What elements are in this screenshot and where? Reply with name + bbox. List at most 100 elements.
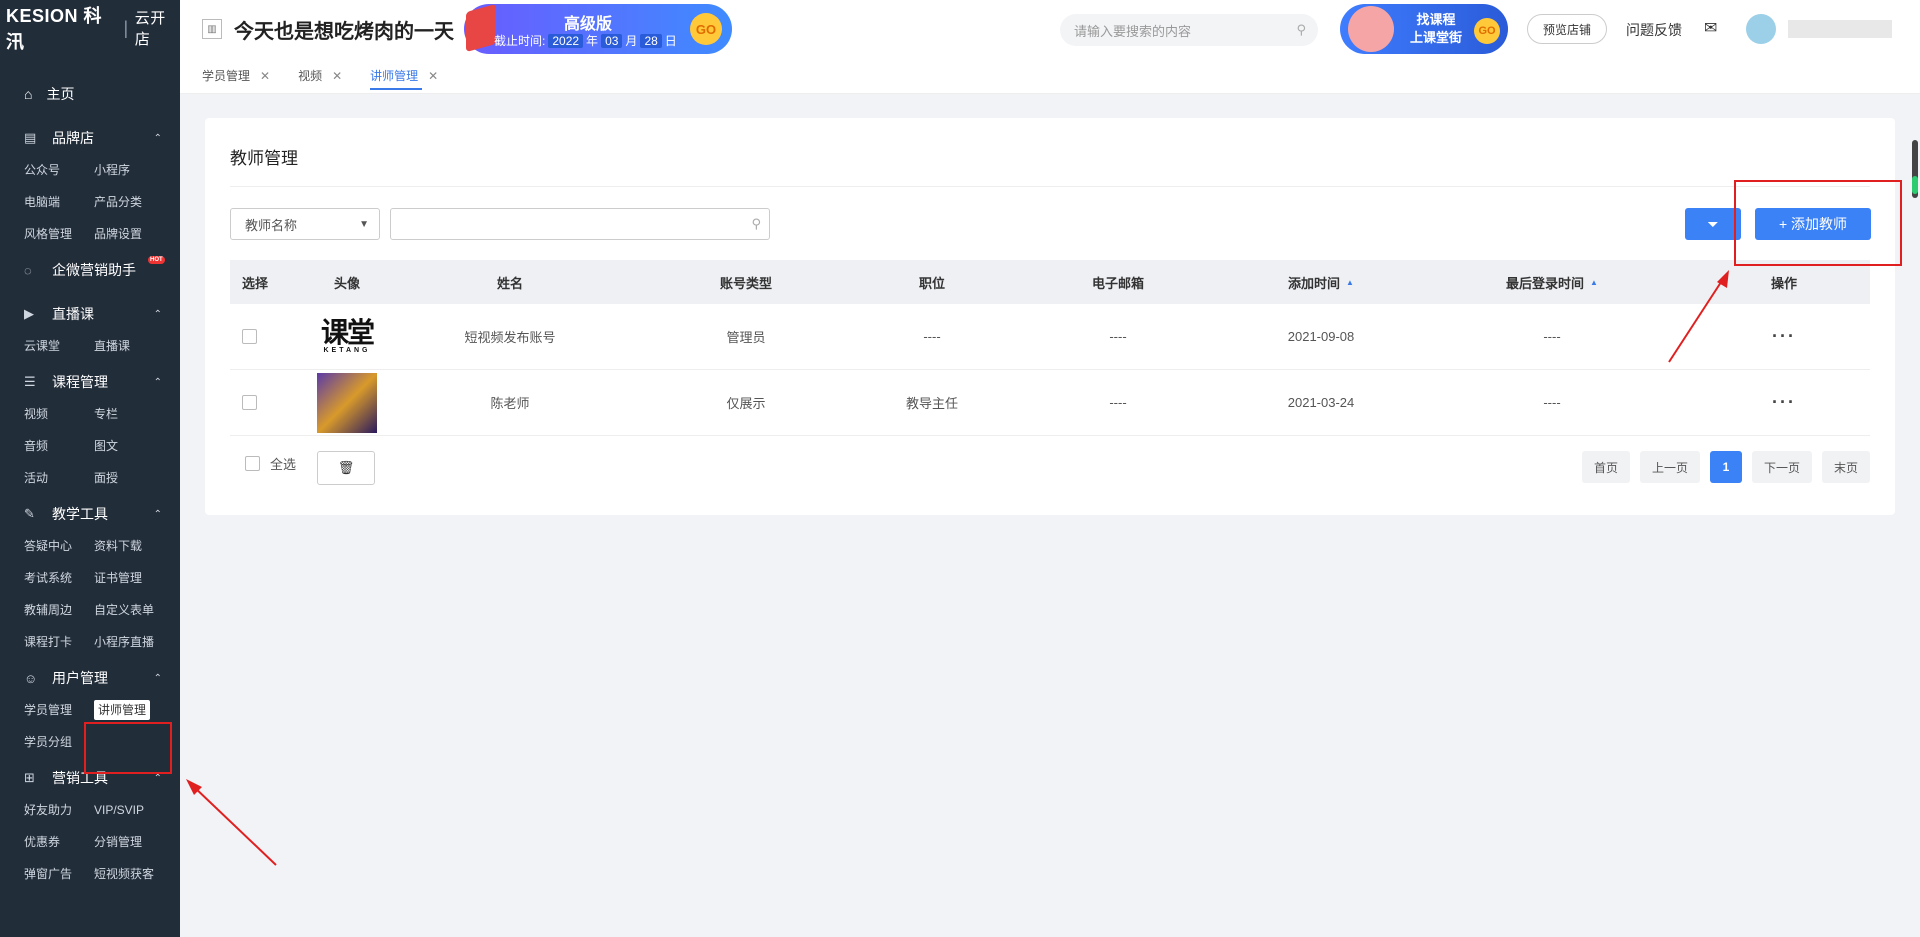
sidebar-subitem[interactable]: 面授 [94, 462, 184, 494]
sidebar-subitem[interactable]: 分销管理 [94, 826, 184, 858]
sidebar-subitem[interactable]: 风格管理 [24, 218, 94, 250]
column-header-label: 最后登录时间 [1506, 275, 1585, 291]
sidebar-subitem[interactable]: 讲师管理 [94, 700, 151, 720]
sidebar-subitem[interactable]: 电脑端 [24, 186, 94, 218]
avatar-cell [302, 372, 392, 433]
upgrade-banner[interactable]: 高级版 截止时间: 2022 年 03 月 28 日 GO [464, 3, 732, 54]
user-name-blurred[interactable] [1788, 20, 1892, 38]
more-icon[interactable]: ··· [1772, 392, 1796, 413]
tab-item[interactable]: 讲师管理 ✕ [370, 58, 454, 94]
pager-next[interactable]: 下一页 [1751, 451, 1812, 483]
chevron-up-icon[interactable]: ⌃ [154, 133, 162, 144]
shop-icon: ▤ [24, 130, 37, 145]
cell-email: ---- [1109, 329, 1127, 344]
sidebar: KESION 科汛 | 云开店 ⌂ 主页 ▤ 品牌店 ⌃ 公众号 小程序 电脑端 产品分类风… [0, 0, 180, 937]
sidebar-subitem[interactable]: 答疑中心 [24, 530, 94, 562]
close-icon[interactable]: ✕ [332, 69, 342, 83]
mail-icon[interactable]: ✉ [1704, 18, 1717, 38]
sidebar-subitem[interactable]: 音频 [24, 430, 94, 462]
banner-go-button[interactable]: GO [690, 13, 722, 45]
sidebar-subitem[interactable]: 直播课 [94, 330, 184, 362]
sidebar-subitem[interactable]: 视频 [24, 398, 94, 430]
sidebar-subitem[interactable]: 考试系统 [24, 562, 94, 594]
close-icon[interactable]: ✕ [428, 69, 438, 83]
chevron-up-icon[interactable]: ⌃ [154, 773, 162, 784]
expiry-label: 截止时间: [494, 34, 546, 48]
search-placeholder: 请输入要搜索的内容 [1074, 23, 1192, 39]
chevron-up-icon[interactable]: ⌃ [154, 509, 162, 520]
filter-field-select[interactable]: 教师名称 ▼ [230, 208, 380, 240]
tab-label: 视频 [298, 69, 323, 83]
column-header-label: 账号类型 [719, 275, 772, 291]
filter-button[interactable]: ⏷ [1685, 208, 1741, 240]
pager-prev[interactable]: 上一页 [1639, 451, 1700, 483]
sidebar-group-header[interactable]: ▤ 品牌店 ⌃ [0, 126, 180, 150]
page-title: 教师管理 [230, 149, 298, 168]
sidebar-group-header[interactable]: ☰ 课程管理 ⌃ [0, 370, 180, 394]
sidebar-subitem[interactable]: 公众号 [24, 154, 94, 186]
course-street-go-button[interactable]: GO [1474, 18, 1500, 44]
row-checkbox[interactable] [242, 329, 257, 344]
course-street-banner[interactable]: 找课程 上课堂街 GO [1340, 4, 1508, 54]
menu-toggle-icon[interactable]: ▥ [202, 19, 222, 39]
sidebar-item-home[interactable]: ⌂ 主页 [0, 82, 180, 106]
select-all[interactable]: 全选 [245, 454, 296, 473]
sort-icon[interactable]: ▲ [1590, 278, 1598, 287]
chevron-up-icon[interactable]: ⌃ [154, 309, 162, 320]
home-icon: ⌂ [24, 86, 33, 102]
sidebar-subitem[interactable]: 专栏 [94, 398, 184, 430]
feedback-link[interactable]: 问题反馈 [1626, 20, 1682, 40]
pager-last[interactable]: 末页 [1821, 451, 1870, 483]
select-all-checkbox[interactable] [245, 456, 260, 471]
column-header: 职位 [864, 273, 1000, 292]
column-header-label: 头像 [333, 275, 360, 291]
logo-text: KESION 科汛 [6, 6, 103, 52]
row-checkbox[interactable] [242, 395, 257, 410]
sidebar-group-header[interactable]: ☺ 用户管理 ⌃ [0, 666, 180, 690]
sidebar-subitem[interactable]: VIP/SVIP [94, 794, 184, 826]
sidebar-subitem[interactable]: 课程打卡 [24, 626, 94, 658]
chevron-up-icon[interactable]: ⌃ [154, 377, 162, 388]
sidebar-subitem[interactable]: 短视频获客 [94, 858, 184, 890]
sidebar-group-header[interactable]: ✎ 教学工具 ⌃ [0, 502, 180, 526]
sidebar-subitem[interactable]: 品牌设置 [94, 218, 184, 250]
preview-store-button[interactable]: 预览店铺 [1527, 14, 1607, 44]
sidebar-group-header[interactable]: ◌ 企微营销助手 HOT [0, 256, 180, 282]
column-header[interactable]: 添加时间 ▲ [1236, 273, 1406, 292]
sidebar-subitem[interactable]: 好友助力 [24, 794, 94, 826]
course-street-text: 找课程 上课堂街 [1410, 11, 1462, 47]
search-input[interactable]: 请输入要搜索的内容 ⚲ [1060, 14, 1318, 46]
search-icon[interactable]: ⚲ [1296, 22, 1306, 38]
sidebar-group-header[interactable]: ▶ 直播课 ⌃ [0, 302, 180, 326]
sort-icon[interactable]: ▲ [1346, 278, 1354, 287]
search-icon[interactable]: ⚲ [751, 216, 761, 232]
sidebar-subitem[interactable]: 图文 [94, 430, 184, 462]
sidebar-subitem[interactable]: 活动 [24, 462, 94, 494]
cell-position: ---- [923, 329, 941, 344]
sidebar-subitem[interactable]: 优惠券 [24, 826, 94, 858]
tab-item[interactable]: 视频 ✕ [298, 58, 358, 94]
brand-logo[interactable]: KESION 科汛 | 云开店 [0, 0, 180, 56]
sidebar-subitem[interactable]: 自定义表单 [94, 594, 184, 626]
sidebar-subitem[interactable]: 证书管理 [94, 562, 184, 594]
chevron-up-icon[interactable]: ⌃ [154, 673, 162, 684]
column-header[interactable]: 最后登录时间 ▲ [1406, 273, 1698, 292]
user-avatar[interactable] [1746, 14, 1776, 44]
close-icon[interactable]: ✕ [260, 69, 270, 83]
sidebar-subitem[interactable]: 小程序直播 [94, 626, 184, 658]
more-icon[interactable]: ··· [1772, 326, 1796, 347]
sidebar-group: ▤ 品牌店 ⌃ 公众号 小程序 电脑端 产品分类 风格管理 品牌设置 [0, 126, 180, 250]
tab-item[interactable]: 学员管理 ✕ [202, 58, 286, 94]
sidebar-subitem[interactable]: 教辅周边 [24, 594, 94, 626]
sidebar-subitem[interactable]: 弹窗广告 [24, 858, 94, 890]
filter-icon: ⏷ [1707, 215, 1719, 232]
sidebar-subitem[interactable]: 小程序 [94, 154, 184, 186]
pager-first[interactable]: 首页 [1581, 451, 1630, 483]
pager-current[interactable]: 1 [1709, 451, 1742, 483]
filter-keyword-input[interactable]: ⚲ [390, 208, 770, 240]
sidebar-subitem[interactable]: 云课堂 [24, 330, 94, 362]
sidebar-subitem[interactable]: 产品分类 [94, 186, 184, 218]
cell-last-login: ---- [1543, 329, 1561, 344]
delete-button[interactable]: 🗑 [317, 451, 375, 485]
sidebar-subitem[interactable]: 资料下载 [94, 530, 184, 562]
